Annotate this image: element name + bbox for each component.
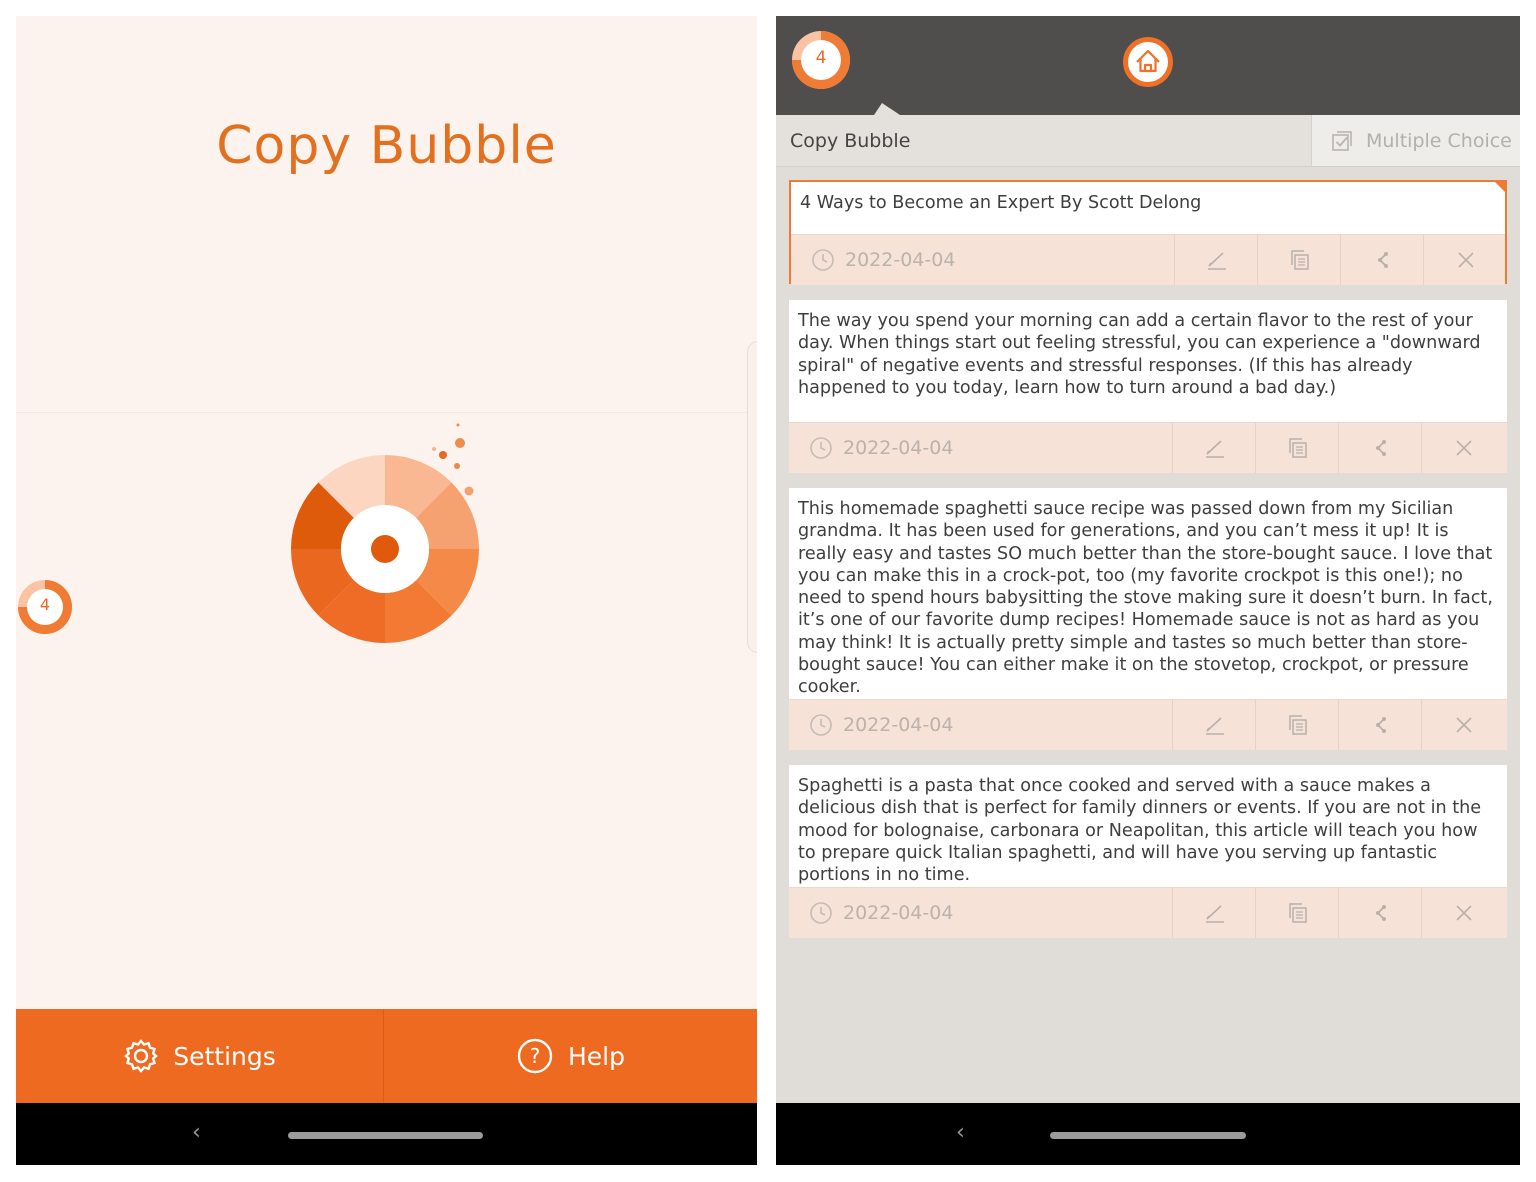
clock-icon [810, 902, 832, 924]
clip-date: 2022-04-04 [789, 700, 1172, 750]
clip-date: 2022-04-04 [789, 423, 1172, 473]
system-nav-bar: ‹ [16, 1103, 757, 1165]
delete-button[interactable] [1421, 888, 1505, 938]
clip-text: This homemade spaghetti sauce recipe was… [798, 499, 1493, 698]
copy-bubble-logo [290, 423, 480, 643]
clip-text: The way you spend your morning can add a… [798, 311, 1481, 398]
share-icon [1377, 252, 1388, 268]
edit-button[interactable] [1172, 888, 1256, 938]
tab-label: Multiple Choice [1366, 129, 1512, 152]
clip-text: 4 Ways to Become an Expert By Scott Delo… [800, 193, 1202, 213]
tab-multiple-choice[interactable]: Multiple Choice [1311, 115, 1520, 166]
pencil-icon [1207, 252, 1226, 270]
copy-button[interactable] [1255, 888, 1339, 938]
back-button[interactable]: ‹ [192, 1120, 201, 1145]
share-icon [1375, 717, 1386, 733]
date-label: 2022-04-04 [843, 902, 954, 924]
settings-button[interactable]: Settings [16, 1009, 383, 1103]
clip-card[interactable]: This homemade spaghetti sauce recipe was… [789, 488, 1507, 750]
clip-date: 2022-04-04 [791, 235, 1174, 285]
date-label: 2022-04-04 [843, 437, 954, 459]
tab-bar: Copy Bubble Multiple Choice [776, 115, 1520, 167]
home-icon[interactable] [1122, 36, 1174, 88]
clip-toolbar: 2022-04-04 [789, 887, 1507, 938]
share-button[interactable] [1338, 423, 1422, 473]
copy-icon [1288, 903, 1307, 923]
divider [16, 412, 757, 413]
tab-copy-bubble[interactable]: Copy Bubble [776, 115, 1311, 166]
gear-icon [124, 1039, 159, 1073]
clip-text: Spaghetti is a pasta that once cooked an… [798, 776, 1482, 886]
close-icon [1457, 252, 1474, 268]
close-icon [1455, 440, 1472, 456]
clip-card[interactable]: 4 Ways to Become an Expert By Scott Delo… [789, 180, 1507, 285]
svg-text:?: ? [530, 1044, 541, 1068]
bottom-action-bar: Settings ? Help [16, 1009, 757, 1103]
pointer-notch [874, 103, 900, 115]
clip-date: 2022-04-04 [789, 888, 1172, 938]
home-gesture-bar[interactable] [288, 1132, 483, 1139]
copy-button[interactable] [1255, 423, 1339, 473]
share-button[interactable] [1338, 888, 1422, 938]
back-button[interactable]: ‹ [956, 1120, 965, 1145]
copy-button[interactable] [1257, 235, 1341, 285]
clip-card[interactable]: The way you spend your morning can add a… [789, 300, 1507, 473]
help-icon: ? [517, 1038, 553, 1074]
help-label: Help [568, 1041, 625, 1071]
left-screen: Copy Bubble 4 Settings ? Help ‹ [16, 16, 757, 1165]
edit-button[interactable] [1172, 700, 1256, 750]
close-icon [1455, 905, 1472, 921]
edit-button[interactable] [1174, 235, 1258, 285]
help-button[interactable]: ? Help [384, 1009, 757, 1103]
date-label: 2022-04-04 [845, 249, 956, 271]
share-button[interactable] [1340, 235, 1424, 285]
pencil-icon [1205, 717, 1224, 735]
side-drawer-handle[interactable] [747, 341, 757, 653]
clip-toolbar: 2022-04-04 [791, 234, 1505, 285]
tab-label: Copy Bubble [790, 129, 911, 152]
edit-button[interactable] [1172, 423, 1256, 473]
copy-button[interactable] [1255, 700, 1339, 750]
close-icon [1455, 717, 1472, 733]
copy-icon [1290, 250, 1309, 270]
clip-toolbar: 2022-04-04 [789, 422, 1507, 473]
header-bar: 4 [776, 16, 1520, 115]
clip-toolbar: 2022-04-04 [789, 699, 1507, 750]
home-gesture-bar[interactable] [1050, 1132, 1246, 1139]
clock-icon [810, 437, 832, 459]
date-label: 2022-04-04 [843, 714, 954, 736]
share-icon [1375, 905, 1386, 921]
right-screen: 4 Copy Bubble Multiple Choice 4 Ways to … [776, 16, 1520, 1165]
clock-icon [810, 714, 832, 736]
bubble-count: 4 [815, 48, 827, 68]
share-icon [1375, 440, 1386, 456]
delete-button[interactable] [1423, 235, 1507, 285]
clip-card[interactable]: Spaghetti is a pasta that once cooked an… [789, 765, 1507, 938]
copy-icon [1288, 438, 1307, 458]
system-nav-bar: ‹ [776, 1103, 1520, 1165]
share-button[interactable] [1338, 700, 1422, 750]
settings-label: Settings [173, 1041, 276, 1071]
bubble-count: 4 [39, 595, 51, 614]
copy-icon [1288, 715, 1307, 735]
delete-button[interactable] [1421, 700, 1505, 750]
clock-icon [812, 249, 834, 271]
pencil-icon [1205, 905, 1224, 923]
checkbox-icon [1332, 130, 1352, 151]
delete-button[interactable] [1421, 423, 1505, 473]
pencil-icon [1205, 440, 1224, 458]
app-title: Copy Bubble [216, 116, 557, 176]
